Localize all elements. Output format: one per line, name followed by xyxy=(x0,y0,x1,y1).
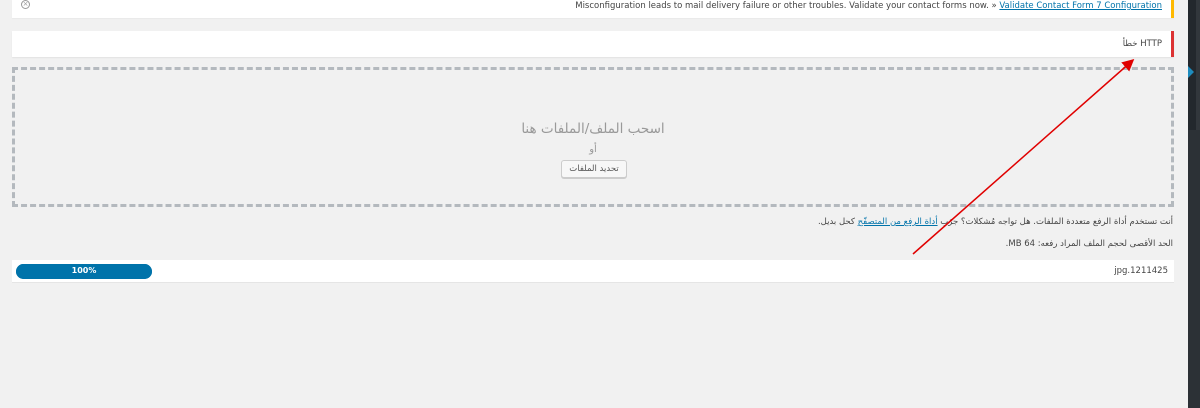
drag-drop-area[interactable]: اسحب الملف/الملفات هنا أو تحديد الملفات xyxy=(12,67,1174,207)
sidebar-lower xyxy=(1188,130,1200,408)
notice-text: Misconfiguration leads to mail delivery … xyxy=(575,1,997,11)
admin-sidebar xyxy=(1188,0,1200,408)
validate-config-link[interactable]: Validate Contact Form 7 Configuration xyxy=(999,1,1162,11)
upload-progress-bar: 100% xyxy=(16,264,152,279)
select-files-button[interactable]: تحديد الملفات xyxy=(561,160,627,178)
page: × Misconfiguration leads to mail deliver… xyxy=(0,0,1200,408)
http-error-notice: خطأ HTTP xyxy=(12,31,1174,57)
uploader-info-suffix: كحل بديل. xyxy=(817,217,855,227)
drop-or-text: أو xyxy=(589,144,597,155)
error-message: خطأ HTTP xyxy=(1122,39,1162,49)
drop-instructions: اسحب الملف/الملفات هنا xyxy=(521,121,665,137)
notice-message: Misconfiguration leads to mail delivery … xyxy=(575,0,1162,12)
dismiss-icon[interactable]: × xyxy=(21,0,30,9)
upload-filename: jpg.1211425 xyxy=(1114,266,1168,276)
upload-progress-label: 100% xyxy=(71,266,97,275)
browser-uploader-link[interactable]: أداة الرفع من المتصفّح xyxy=(858,217,938,227)
sidebar-submenu xyxy=(1196,0,1200,130)
max-upload-size: الحد الأقصى لحجم الملف المراد رفعه: 64 M… xyxy=(1005,239,1173,249)
upload-item-row: jpg.1211425 100% xyxy=(12,260,1174,283)
uploader-info-text: أنت تستخدم أداة الرفع متعددة الملفات. هل… xyxy=(940,217,1173,227)
current-menu-arrow-icon xyxy=(1188,66,1194,78)
uploader-info: أنت تستخدم أداة الرفع متعددة الملفات. هل… xyxy=(818,217,1173,227)
cf7-config-notice: × Misconfiguration leads to mail deliver… xyxy=(12,0,1174,18)
